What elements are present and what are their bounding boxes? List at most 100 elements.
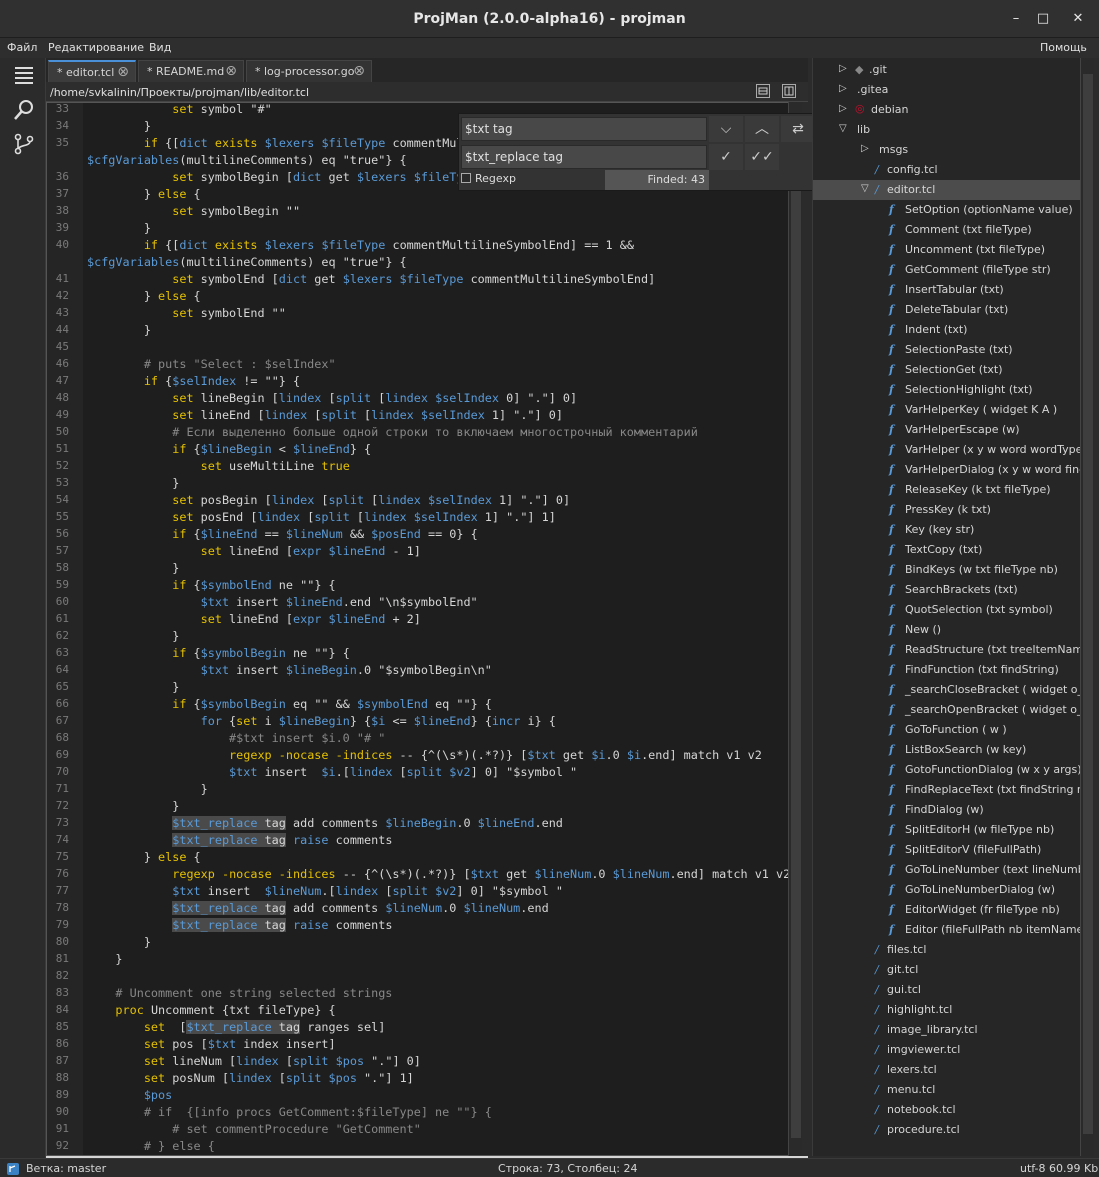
code-line[interactable]: } else {	[87, 187, 201, 201]
menu-file[interactable]: Файл	[7, 41, 37, 54]
tree-item[interactable]: f InsertTabular (txt)	[813, 280, 1080, 300]
code-line[interactable]: }	[87, 799, 179, 813]
code-line[interactable]: $txt_replace tag raise comments	[87, 918, 392, 932]
close-tab-icon[interactable]: ⊗	[117, 64, 129, 80]
tree-item[interactable]: f Uncomment (txt fileType)	[813, 240, 1080, 260]
tree-item[interactable]: f New ()	[813, 620, 1080, 640]
tree-item[interactable]: f QuotSelection (txt symbol)	[813, 600, 1080, 620]
code-line[interactable]: set lineNum [lindex [split $pos "."] 0]	[87, 1054, 421, 1068]
tree-item[interactable]: f GoToLineNumber (text lineNumbe	[813, 860, 1080, 880]
code-line[interactable]: # if {[info procs GetComment:$fileType] …	[87, 1105, 492, 1119]
close-tab-icon[interactable]: ⊗	[225, 63, 237, 79]
code-line[interactable]: # } else {	[87, 1139, 215, 1153]
tree-item[interactable]: f BindKeys (w txt fileType nb)	[813, 560, 1080, 580]
code-line[interactable]: #$txt insert $i.0 "# "	[87, 731, 385, 745]
code-line[interactable]: $txt_replace tag raise comments	[87, 833, 392, 847]
code-line[interactable]: $txt insert $i.[lindex [split $v2] 0] "$…	[87, 765, 577, 779]
code-line[interactable]: if {$symbolEnd ne ""} {	[87, 578, 335, 592]
code-line[interactable]: set lineEnd [expr $lineEnd + 2]	[87, 612, 421, 626]
tree-item[interactable]: f Comment (txt fileType)	[813, 220, 1080, 240]
code-editor[interactable]: 33 set symbol "#" 34 } 35 if {[dict exists…	[46, 102, 798, 1156]
replace-all-button[interactable]: ✓✓	[745, 144, 779, 170]
tree-scrollbar[interactable]	[1080, 58, 1094, 1156]
menu-view[interactable]: Вид	[149, 41, 171, 54]
maximize-button[interactable]: □	[1033, 9, 1053, 29]
code-line[interactable]: regexp -nocase -indices -- {^(\s*)(.*?)}…	[87, 867, 790, 881]
tree-item[interactable]: f Editor (fileFullPath nb itemName)	[813, 920, 1080, 940]
code-line[interactable]: set symbolEnd ""	[87, 306, 286, 320]
code-line[interactable]: $cfgVariables(multilineComments) eq "tru…	[87, 153, 407, 167]
code-line[interactable]: set posEnd [lindex [split [lindex $selIn…	[87, 510, 556, 524]
collapsed-arrow-icon[interactable]: ▷	[861, 143, 869, 154]
file-list-icon[interactable]	[12, 64, 36, 88]
tree-item[interactable]: f TextCopy (txt)	[813, 540, 1080, 560]
tree-item[interactable]: f VarHelperKey ( widget K A )	[813, 400, 1080, 420]
code-line[interactable]: }	[87, 119, 151, 133]
tree-item[interactable]: f SelectionGet (txt)	[813, 360, 1080, 380]
code-line[interactable]: }	[87, 476, 179, 490]
tree-item[interactable]: f VarHelperEscape (w)	[813, 420, 1080, 440]
tab-editor-tcl[interactable]: * editor.tcl ⊗	[48, 60, 136, 82]
tree-item[interactable]: f VarHelper (x y w word wordType)	[813, 440, 1080, 460]
code-line[interactable]: # Если выделенно больше одной строки то …	[87, 425, 698, 439]
tree-item[interactable]: f DeleteTabular (txt)	[813, 300, 1080, 320]
code-line[interactable]: set pos [$txt index insert]	[87, 1037, 336, 1051]
code-line[interactable]: }	[87, 221, 151, 235]
code-line[interactable]: if {$symbolBegin ne ""} {	[87, 646, 350, 660]
code-line[interactable]: }	[87, 561, 179, 575]
split-horizontal-icon[interactable]	[756, 84, 770, 98]
code-line[interactable]: $txt insert $lineEnd.end "\n$symbolEnd"	[87, 595, 478, 609]
code-line[interactable]: set lineBegin [lindex [split [lindex $se…	[87, 391, 577, 405]
tree-item[interactable]: f _searchOpenBracket ( widget o_bra	[813, 700, 1080, 720]
close-tab-icon[interactable]: ⊗	[353, 63, 365, 79]
code-line[interactable]: $txt_replace tag add comments $lineNum.0…	[87, 901, 549, 915]
search-icon[interactable]	[12, 98, 36, 122]
tree-item[interactable]: ▷ msgs	[813, 140, 1080, 160]
code-line[interactable]: if {$selIndex != ""} {	[87, 374, 300, 388]
code-line[interactable]: # puts "Select : $selIndex"	[87, 357, 336, 371]
editor-scrollbar[interactable]	[788, 102, 802, 1156]
code-line[interactable]: set symbolBegin ""	[87, 204, 300, 218]
tree-item[interactable]: / gui.tcl	[813, 980, 1080, 1000]
find-input[interactable]	[461, 117, 707, 141]
tree-item[interactable]: f SelectionHighlight (txt)	[813, 380, 1080, 400]
code-line[interactable]: }	[87, 952, 122, 966]
expanded-arrow-icon[interactable]: ▽	[861, 183, 869, 194]
code-line[interactable]: $txt_replace tag add comments $lineBegin…	[87, 816, 563, 830]
tree-item[interactable]: f ReleaseKey (k txt fileType)	[813, 480, 1080, 500]
tree-item[interactable]: ▷ ◆ .git	[813, 60, 1080, 80]
tree-item[interactable]: f SplitEditorH (w fileType nb)	[813, 820, 1080, 840]
tree-item[interactable]: f EditorWidget (fr fileType nb)	[813, 900, 1080, 920]
tab-log-processor-go[interactable]: * log-processor.go ⊗	[246, 60, 372, 82]
tree-item[interactable]: f GetComment (fileType str)	[813, 260, 1080, 280]
tree-item[interactable]: / config.tcl	[813, 160, 1080, 180]
code-line[interactable]: }	[87, 629, 179, 643]
tree-item[interactable]: f GotoFunctionDialog (w x y args)	[813, 760, 1080, 780]
tree-item[interactable]: f FindReplaceText (txt findString re	[813, 780, 1080, 800]
code-line[interactable]: }	[87, 935, 151, 949]
minimize-button[interactable]: –	[1006, 9, 1026, 29]
tree-item[interactable]: ▽ lib	[813, 120, 1080, 140]
tree-item[interactable]: f Key (key str)	[813, 520, 1080, 540]
checkbox-box[interactable]	[461, 173, 471, 183]
find-next-button[interactable]: ⌵	[709, 116, 743, 142]
code-line[interactable]: } else {	[87, 850, 201, 864]
tree-item[interactable]: ▷ ◎ debian	[813, 100, 1080, 120]
code-line[interactable]: set posBegin [lindex [split [lindex $sel…	[87, 493, 570, 507]
code-line[interactable]: set symbol "#"	[87, 103, 271, 116]
code-line[interactable]: $txt insert $lineNum.[lindex [split $v2]…	[87, 884, 563, 898]
tree-item[interactable]: ▽ / editor.tcl	[813, 180, 1080, 200]
tree-item[interactable]: f FindFunction (txt findString)	[813, 660, 1080, 680]
tree-item[interactable]: f VarHelperDialog (x y w word findS	[813, 460, 1080, 480]
code-line[interactable]: if {$lineEnd == $lineNum && $posEnd == 0…	[87, 527, 477, 541]
code-line[interactable]: set posNum [lindex [split $pos "."] 1]	[87, 1071, 414, 1085]
tree-item[interactable]: / highlight.tcl	[813, 1000, 1080, 1020]
tree-item[interactable]: / lexers.tcl	[813, 1060, 1080, 1080]
tree-item[interactable]: / menu.tcl	[813, 1080, 1080, 1100]
tree-item[interactable]: / imgviewer.tcl	[813, 1040, 1080, 1060]
tree-item[interactable]: / procedure.tcl	[813, 1120, 1080, 1140]
tree-item[interactable]: ▷ .gitea	[813, 80, 1080, 100]
code-line[interactable]: } else {	[87, 289, 201, 303]
code-line[interactable]: $pos	[87, 1088, 172, 1102]
tree-item[interactable]: f GoToFunction ( w )	[813, 720, 1080, 740]
